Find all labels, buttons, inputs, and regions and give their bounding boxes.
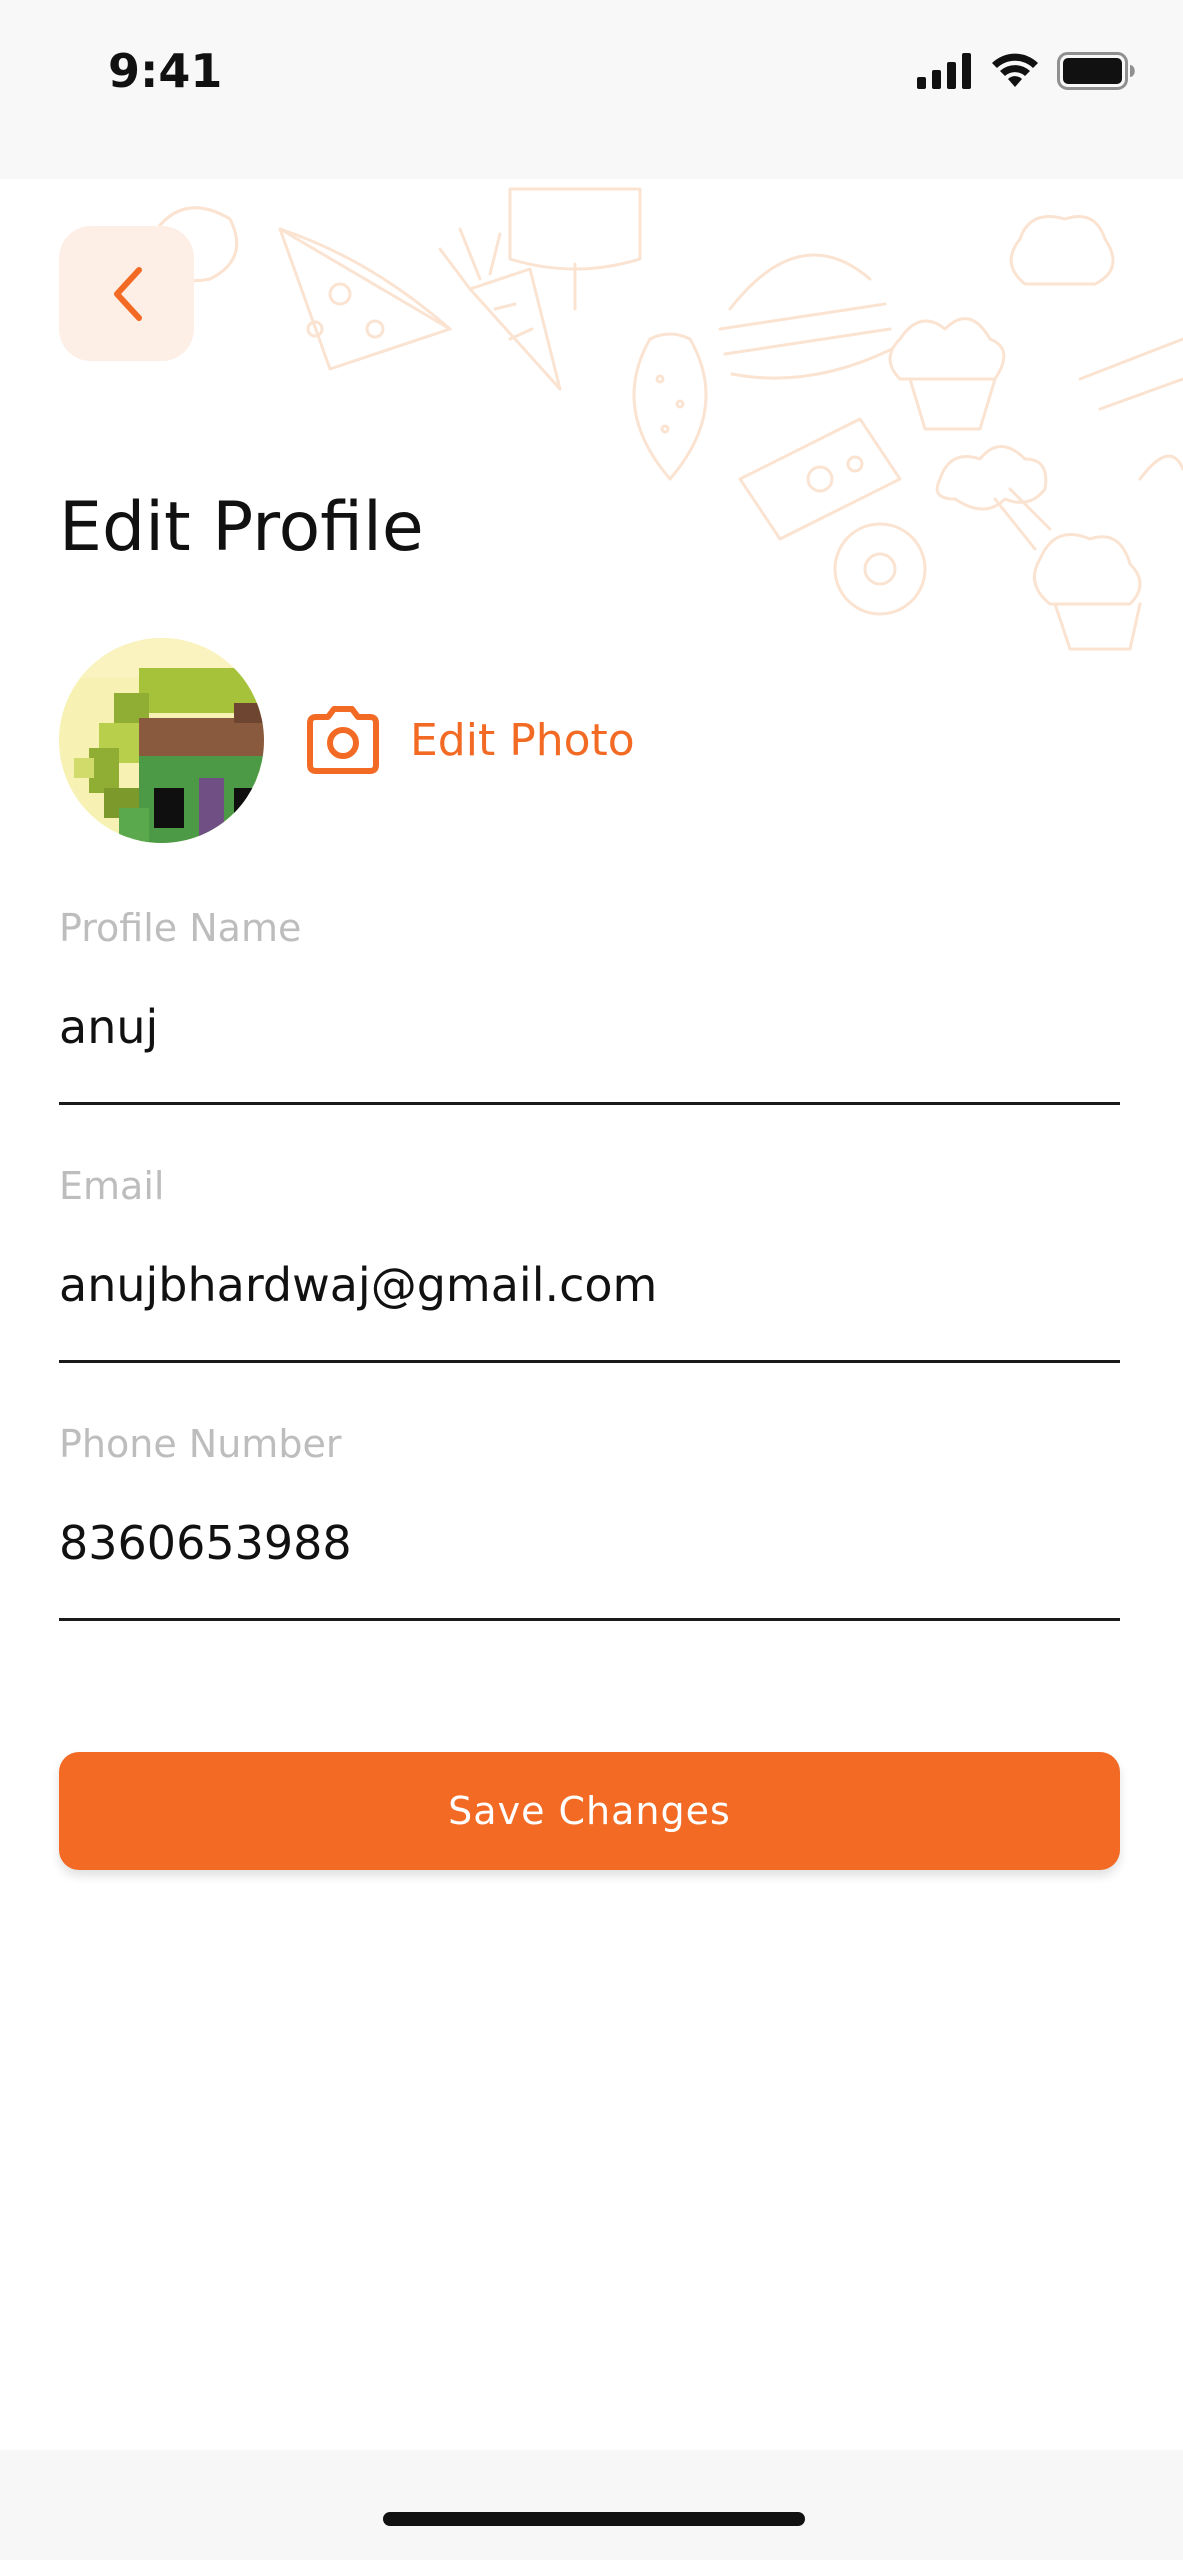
phone-number-field: Phone Number: [59, 1422, 1120, 1621]
cellular-signal-icon: [917, 53, 971, 89]
status-icons: [917, 52, 1135, 90]
wifi-icon: [992, 53, 1038, 87]
edit-photo-label: Edit Photo: [410, 714, 635, 766]
profile-name-label: Profile Name: [59, 906, 302, 950]
bottom-bar: [0, 2450, 1183, 2560]
profile-name-input[interactable]: [59, 992, 1120, 1062]
back-button[interactable]: [59, 226, 194, 361]
phone-number-input[interactable]: [59, 1508, 1120, 1578]
email-field: Email: [59, 1164, 1120, 1363]
status-bar: 9:41: [0, 0, 1183, 179]
save-changes-button[interactable]: Save Changes: [59, 1752, 1120, 1870]
profile-name-underline: [59, 1102, 1120, 1105]
phone-number-label: Phone Number: [59, 1422, 342, 1466]
chevron-left-icon: [113, 266, 142, 321]
battery-icon: [1057, 52, 1135, 90]
camera-icon: [307, 706, 379, 774]
page-title: Edit Profile: [59, 488, 424, 567]
food-doodle-background: [148, 187, 1183, 651]
edit-photo-button[interactable]: Edit Photo: [304, 700, 635, 780]
avatar[interactable]: [59, 638, 264, 843]
email-input[interactable]: [59, 1250, 1120, 1320]
avatar-image: [59, 638, 264, 843]
profile-name-field: Profile Name: [59, 906, 1120, 1105]
status-time: 9:41: [108, 44, 223, 98]
edit-profile-screen: 9:41 Edit Profile Edit Photo Profile Nam…: [0, 0, 1183, 2560]
email-label: Email: [59, 1164, 165, 1208]
email-underline: [59, 1360, 1120, 1363]
phone-number-underline: [59, 1618, 1120, 1621]
home-indicator[interactable]: [383, 2512, 805, 2526]
